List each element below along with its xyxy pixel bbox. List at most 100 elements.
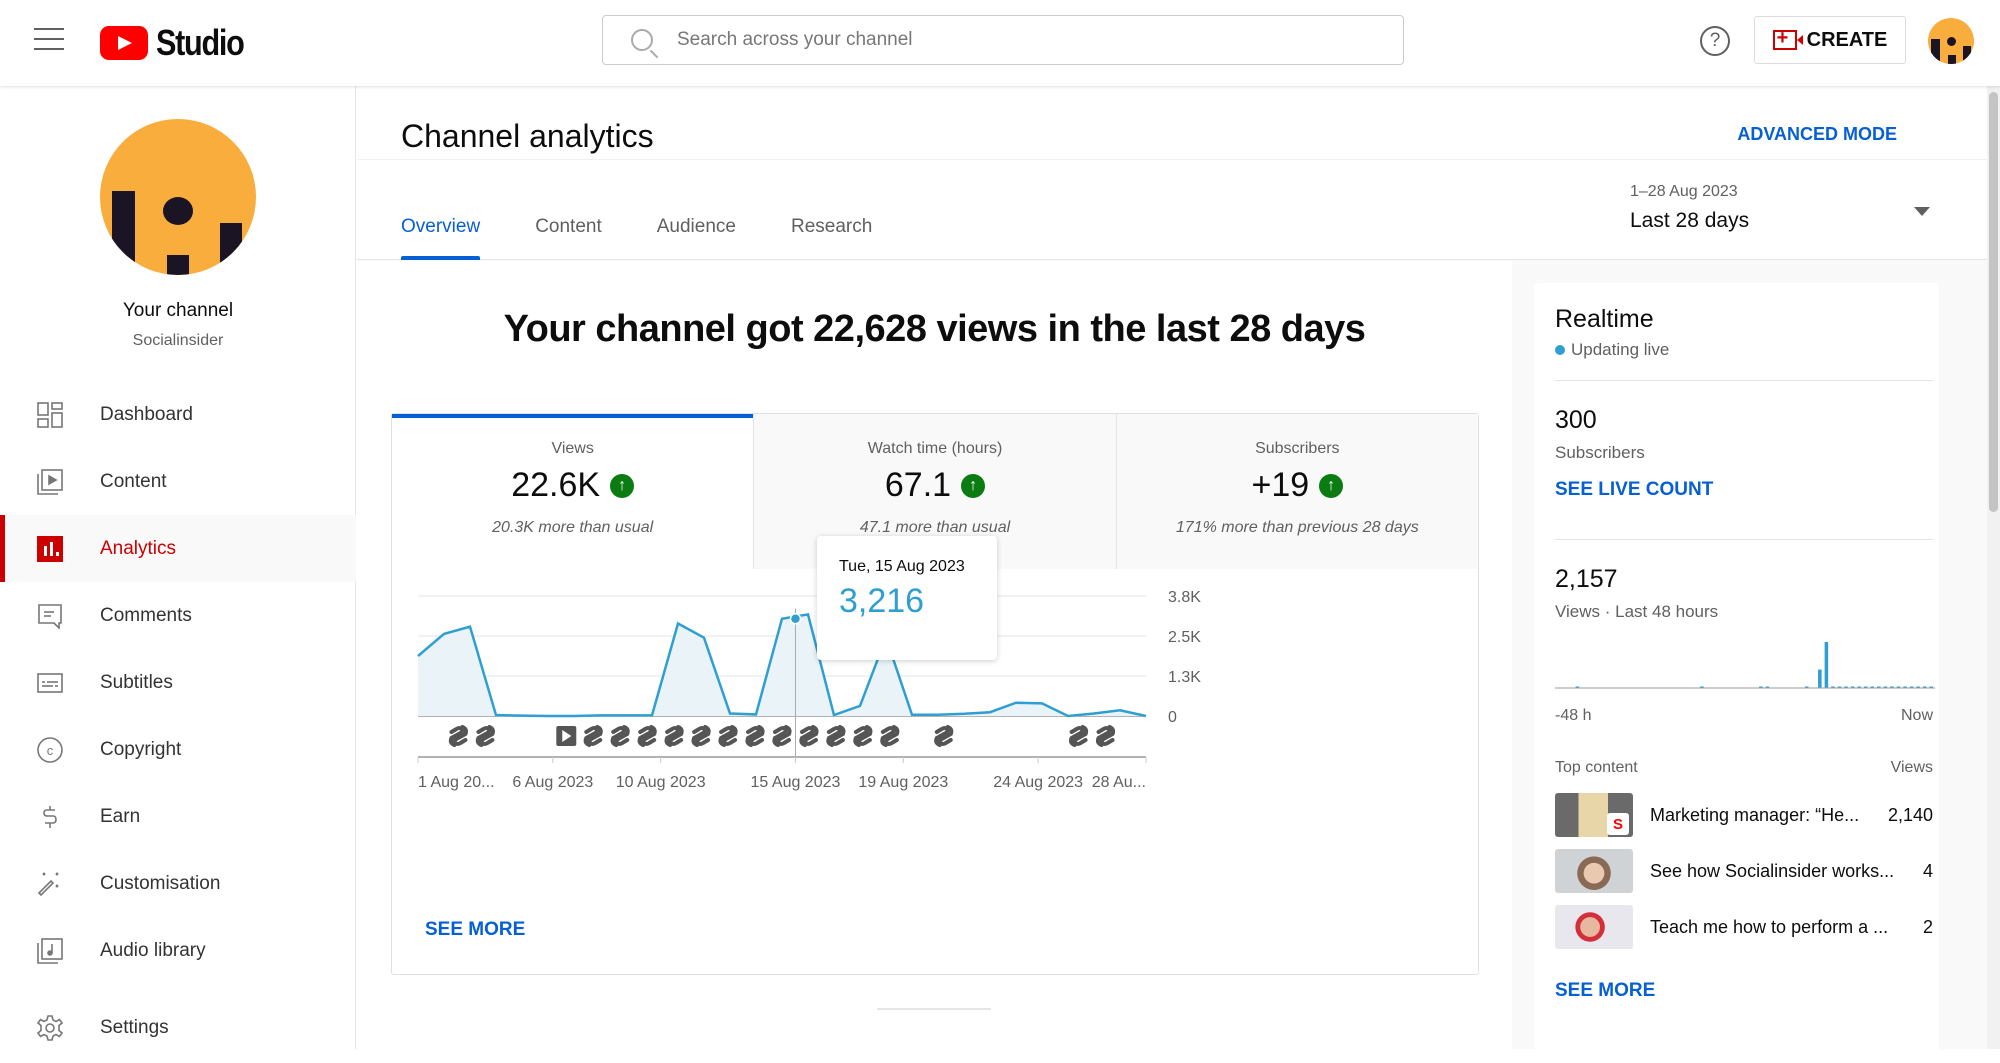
advanced-mode-link[interactable]: ADVANCED MODE [1737, 124, 1897, 145]
short-upload-icon [637, 725, 657, 747]
sidebar: Your channel Socialinsider Dashboard Con… [0, 86, 356, 1049]
create-button-label: CREATE [1806, 28, 1888, 51]
see-live-count-button[interactable]: SEE LIVE COUNT [1555, 479, 1713, 501]
metric-label: Subscribers [1255, 440, 1340, 457]
sidebar-item-customisation[interactable]: Customisation [0, 850, 356, 917]
metric-tab-subscribers[interactable]: Subscribers +19 ↑ 171% more than previous… [1115, 414, 1478, 569]
shorts-glyph [745, 725, 765, 747]
sidebar-item-subtitles[interactable]: Subtitles [0, 649, 356, 716]
top-content-views: 2,140 [1887, 804, 1933, 825]
analytics-icon [37, 535, 63, 562]
sidebar-item-label: Settings [100, 1016, 169, 1038]
analytics-tabs: Overview Content Audience Research [401, 216, 872, 260]
shorts-glyph [853, 725, 873, 747]
short-upload-icon [610, 725, 630, 747]
trend-up-icon: ↑ [610, 473, 635, 498]
sidebar-item-audio-library[interactable]: Audio library [0, 917, 356, 984]
tab-content[interactable]: Content [535, 216, 602, 260]
youtube-studio-logo[interactable]: Studio [100, 22, 259, 64]
top-content-header: Top content Views [1555, 759, 1933, 777]
subscribers-count: 300 [1555, 406, 1597, 434]
top-content-item[interactable]: S Marketing manager: “He... 2,140 [1555, 793, 1933, 837]
metric-value-row: 67.1 ↑ [754, 466, 1115, 505]
sidebar-item-content[interactable]: Content [0, 448, 356, 515]
short-upload-icon [1095, 725, 1116, 747]
see-more-button[interactable]: SEE MORE [425, 919, 525, 941]
realtime-bar [1818, 669, 1822, 688]
metric-label: Watch time (hours) [867, 440, 1003, 457]
short-upload-icon [772, 725, 792, 747]
main-area: Channel analytics ADVANCED MODE Overview… [357, 86, 1987, 1063]
menu-icon[interactable] [34, 28, 64, 52]
sidebar-item-settings[interactable]: Settings [0, 994, 356, 1061]
trend-up-icon: ↑ [961, 473, 986, 498]
top-content-item[interactable]: See how Socialinsider works... 4 [1555, 849, 1933, 893]
account-avatar[interactable] [1928, 18, 1974, 64]
top-content-item[interactable]: Teach me how to perform a ... 2 [1555, 905, 1933, 949]
short-upload-icon [826, 725, 846, 747]
metric-label: Views [551, 440, 594, 457]
short-upload-icon [691, 725, 711, 747]
sidebar-item-label: Copyright [100, 738, 182, 760]
metric-value: 22.6K [511, 466, 601, 504]
short-upload-icon [745, 725, 765, 747]
page-title: Channel analytics [401, 118, 654, 154]
help-icon[interactable]: ? [1700, 26, 1730, 56]
shorts-glyph [772, 725, 792, 747]
tooltip-value: 3,216 [839, 582, 925, 620]
sidebar-item-copyright[interactable]: c Copyright [0, 716, 356, 783]
realtime-views-chart[interactable] [1555, 638, 1935, 698]
channel-avatar[interactable] [100, 119, 256, 275]
studio-wordmark: Studio [156, 22, 245, 63]
sidebar-item-earn[interactable]: Earn [0, 783, 356, 850]
tab-audience[interactable]: Audience [657, 216, 736, 260]
shorts-glyph [934, 725, 954, 747]
sidebar-item-dashboard[interactable]: Dashboard [0, 381, 356, 448]
dashboard-icon [37, 401, 63, 428]
create-button[interactable]: CREATE [1754, 16, 1906, 64]
realtime-axis-start: -48 h [1555, 707, 1592, 724]
x-tick-label: 1 Aug 20... [418, 774, 495, 791]
scrollbar[interactable] [1987, 86, 2000, 1049]
shorts-glyph [880, 725, 900, 747]
sidebar-item-label: Dashboard [100, 403, 193, 425]
metric-value-row: 22.6K ↑ [392, 466, 753, 505]
audio-library-icon [37, 937, 63, 964]
realtime-views-count: 2,157 [1555, 565, 1618, 593]
metric-value-row: +19 ↑ [1117, 466, 1478, 505]
divider [1555, 539, 1933, 540]
date-range-selector[interactable]: 1–28 Aug 2023 Last 28 days [1630, 183, 1930, 243]
sidebar-item-comments[interactable]: Comments [0, 582, 356, 649]
divider [1555, 380, 1933, 381]
top-content-views: 4 [1922, 860, 1933, 881]
realtime-see-more-button[interactable]: SEE MORE [1555, 980, 1655, 1002]
youtube-logo-icon [100, 26, 148, 60]
sidebar-nav: Dashboard Content Analytics Comments Sub… [0, 381, 356, 1061]
shorts-glyph [664, 725, 684, 747]
tab-research[interactable]: Research [791, 216, 872, 260]
shorts-glyph [610, 725, 630, 747]
metric-note: 20.3K more than usual [492, 519, 654, 536]
tab-overview[interactable]: Overview [401, 216, 481, 260]
sidebar-item-analytics[interactable]: Analytics [0, 515, 356, 582]
x-tick-label: 24 Aug 2023 [993, 774, 1083, 791]
sidebar-item-label: Audio library [100, 939, 206, 961]
x-tick-label: 28 Au... [1092, 774, 1146, 791]
scrollbar-thumb[interactable] [1989, 92, 1998, 512]
top-content-title: See how Socialinsider works... [1650, 860, 1895, 881]
metric-value: +19 [1251, 466, 1310, 504]
search-box[interactable] [602, 15, 1404, 65]
realtime-axis-end: Now [1900, 707, 1933, 724]
metric-value: 67.1 [884, 466, 952, 504]
magic-wand-icon [37, 871, 63, 897]
live-status: Updating live [1555, 340, 1669, 360]
metric-tab-views[interactable]: Views 22.6K ↑ 20.3K more than usual [392, 414, 754, 569]
search-input[interactable] [677, 29, 1327, 51]
shorts-icon: S [1607, 813, 1629, 835]
metrics-chart-card: Views 22.6K ↑ 20.3K more than usual Watch… [391, 413, 1479, 975]
live-status-text: Updating live [1571, 340, 1670, 359]
video-thumbnail [1555, 849, 1633, 893]
carousel-indicator [877, 1008, 991, 1010]
chart-tooltip: Tue, 15 Aug 2023 3,216 [817, 536, 997, 660]
views-column-label: Views [1890, 759, 1933, 776]
